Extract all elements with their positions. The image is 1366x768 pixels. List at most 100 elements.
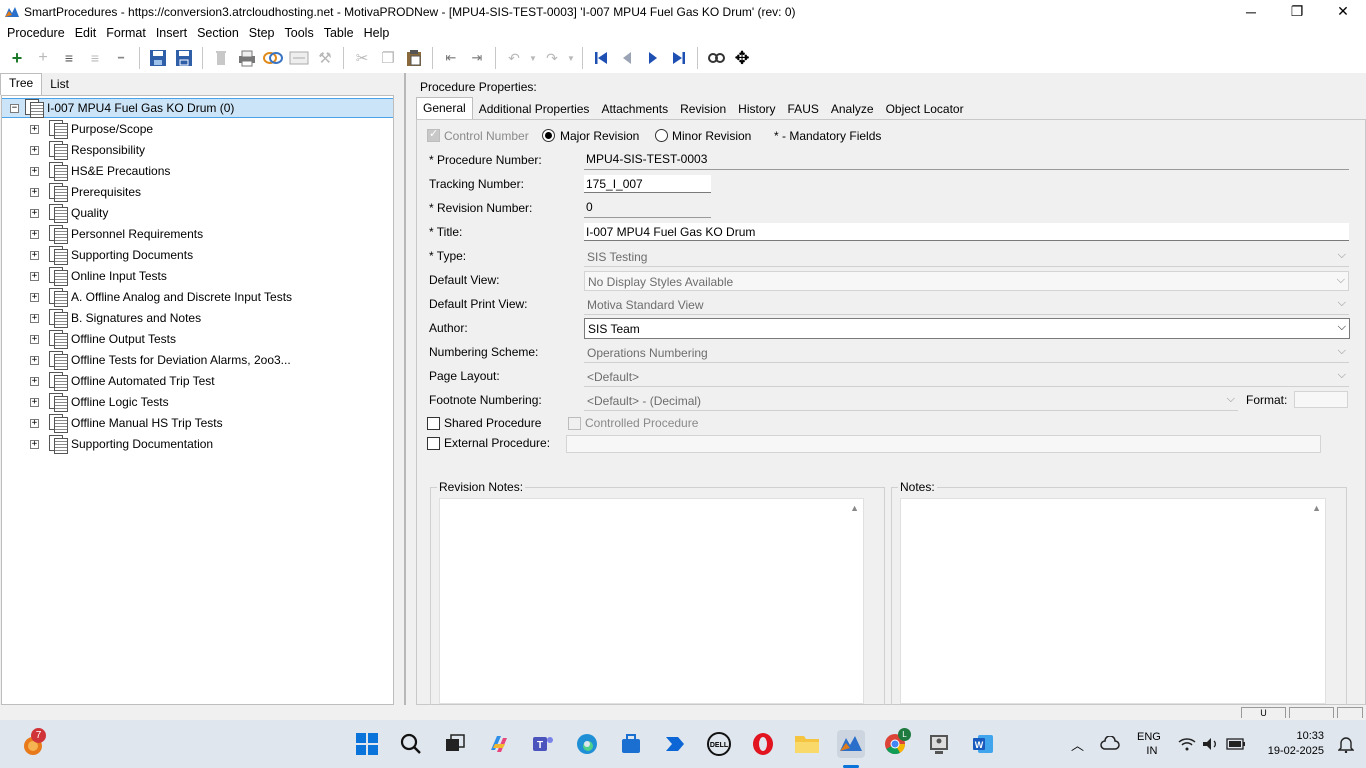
- tab-tree[interactable]: Tree: [0, 73, 43, 95]
- expand-icon[interactable]: +: [30, 439, 39, 449]
- tree-item[interactable]: + Supporting Documentation: [2, 434, 393, 454]
- major-revision-radio[interactable]: [542, 129, 555, 142]
- menu-section[interactable]: Section: [192, 26, 244, 40]
- link-icon[interactable]: [260, 45, 286, 71]
- tab-faus[interactable]: FAUS: [782, 99, 825, 119]
- controlled-procedure-checkbox[interactable]: [568, 417, 581, 430]
- menu-procedure[interactable]: Procedure: [2, 26, 70, 40]
- menu-edit[interactable]: Edit: [70, 26, 102, 40]
- expand-icon[interactable]: +: [30, 250, 39, 260]
- last-record-icon[interactable]: [666, 45, 692, 71]
- tab-object-locator[interactable]: Object Locator: [880, 99, 970, 119]
- cloud-sync-icon[interactable]: [1100, 720, 1120, 768]
- redo-icon[interactable]: ↷: [539, 45, 565, 71]
- indent-button[interactable]: ≡: [56, 45, 82, 71]
- tree-item[interactable]: + HS&E Precautions: [2, 161, 393, 181]
- title-input[interactable]: I-007 MPU4 Fuel Gas KO Drum: [584, 223, 1349, 241]
- decrease-indent-icon[interactable]: ⇤: [438, 45, 464, 71]
- remote-desktop-icon[interactable]: [925, 730, 953, 758]
- tab-revision[interactable]: Revision: [674, 99, 732, 119]
- tree-item[interactable]: + Offline Output Tests: [2, 329, 393, 349]
- opera-icon[interactable]: [749, 730, 777, 758]
- external-procedure-input[interactable]: [566, 435, 1321, 453]
- move-icon[interactable]: ✥: [729, 45, 755, 71]
- tools-icon[interactable]: ⚒: [312, 45, 338, 71]
- show-hidden-icons[interactable]: ︿: [1071, 720, 1084, 768]
- menu-insert[interactable]: Insert: [151, 26, 192, 40]
- tab-additional-properties[interactable]: Additional Properties: [473, 99, 596, 119]
- undo-icon[interactable]: ↶: [501, 45, 527, 71]
- battery-icon[interactable]: [1226, 720, 1246, 768]
- tree-item[interactable]: + Offline Logic Tests: [2, 392, 393, 412]
- format-input[interactable]: [1294, 391, 1348, 408]
- menu-help[interactable]: Help: [359, 26, 395, 40]
- wifi-icon[interactable]: [1178, 720, 1196, 768]
- store-icon[interactable]: [617, 730, 645, 758]
- word-icon[interactable]: W: [969, 730, 997, 758]
- add-child-button[interactable]: +: [30, 45, 56, 71]
- copilot-icon[interactable]: [485, 730, 513, 758]
- tree-item[interactable]: + Offline Automated Trip Test: [2, 371, 393, 391]
- undo-dropdown-icon[interactable]: ▼: [527, 45, 539, 71]
- panel-splitter[interactable]: [400, 73, 412, 705]
- minor-revision-radio[interactable]: [655, 129, 668, 142]
- expand-icon[interactable]: +: [30, 166, 39, 176]
- dell-icon[interactable]: DELL: [705, 730, 733, 758]
- increase-indent-icon[interactable]: ⇥: [464, 45, 490, 71]
- expand-icon[interactable]: +: [30, 145, 39, 155]
- page-layout-select[interactable]: <Default> ⌵: [584, 367, 1349, 387]
- numbering-scheme-select[interactable]: Operations Numbering ⌵: [584, 343, 1349, 363]
- tree-item[interactable]: + Offline Manual HS Trip Tests: [2, 413, 393, 433]
- tab-attachments[interactable]: Attachments: [595, 99, 674, 119]
- menu-format[interactable]: Format: [101, 26, 151, 40]
- tree-item[interactable]: + Purpose/Scope: [2, 119, 393, 139]
- shared-procedure-checkbox[interactable]: [427, 417, 440, 430]
- tree-item[interactable]: + Supporting Documents: [2, 245, 393, 265]
- tab-analyze[interactable]: Analyze: [825, 99, 880, 119]
- tree-item[interactable]: + Quality: [2, 203, 393, 223]
- menu-table[interactable]: Table: [319, 26, 359, 40]
- tree-root[interactable]: − I-007 MPU4 Fuel Gas KO Drum (0): [2, 98, 393, 118]
- control-number-checkbox[interactable]: [427, 127, 440, 142]
- menu-step[interactable]: Step: [244, 26, 280, 40]
- default-view-select[interactable]: No Display Styles Available ⌵: [584, 271, 1349, 291]
- tree-item[interactable]: + A. Offline Analog and Discrete Input Te…: [2, 287, 393, 307]
- teams-icon[interactable]: T: [529, 730, 557, 758]
- scroll-up-icon[interactable]: ▲: [1312, 503, 1321, 513]
- expand-icon[interactable]: +: [30, 334, 39, 344]
- power-automate-icon[interactable]: [661, 730, 689, 758]
- search-icon[interactable]: [397, 730, 425, 758]
- file-explorer-icon[interactable]: [793, 730, 821, 758]
- tab-history[interactable]: History: [732, 99, 781, 119]
- footnote-numbering-select[interactable]: <Default> - (Decimal) ⌵: [584, 391, 1238, 411]
- collapse-icon[interactable]: −: [10, 103, 19, 113]
- expand-icon[interactable]: +: [30, 229, 39, 239]
- tab-list[interactable]: List: [42, 75, 77, 95]
- minimize-button[interactable]: ─: [1228, 0, 1274, 23]
- close-button[interactable]: ✕: [1320, 0, 1366, 23]
- language-indicator[interactable]: ENG IN: [1137, 720, 1161, 768]
- expand-icon[interactable]: +: [30, 208, 39, 218]
- form-icon[interactable]: [286, 45, 312, 71]
- scroll-up-icon[interactable]: ▲: [850, 503, 859, 513]
- tree-item[interactable]: + Prerequisites: [2, 182, 393, 202]
- maximize-button[interactable]: ❐: [1274, 0, 1320, 23]
- expand-icon[interactable]: +: [30, 355, 39, 365]
- tree-item[interactable]: + Personnel Requirements: [2, 224, 393, 244]
- expand-icon[interactable]: +: [30, 313, 39, 323]
- previous-record-icon[interactable]: [614, 45, 640, 71]
- tree-item[interactable]: + Responsibility: [2, 140, 393, 160]
- expand-icon[interactable]: +: [30, 376, 39, 386]
- cut-icon[interactable]: ✂: [349, 45, 375, 71]
- paste-icon[interactable]: [401, 45, 427, 71]
- expand-icon[interactable]: +: [30, 271, 39, 281]
- tracking-number-input[interactable]: 175_I_007: [584, 175, 711, 193]
- notes-textarea[interactable]: ▲: [900, 498, 1326, 704]
- tree-item[interactable]: + Online Input Tests: [2, 266, 393, 286]
- expand-icon[interactable]: +: [30, 397, 39, 407]
- clock[interactable]: 10:33 19-02-2025: [1258, 720, 1324, 768]
- find-icon[interactable]: [703, 45, 729, 71]
- windows-start-icon[interactable]: [353, 730, 381, 758]
- volume-icon[interactable]: [1202, 720, 1220, 768]
- expand-icon[interactable]: +: [30, 187, 39, 197]
